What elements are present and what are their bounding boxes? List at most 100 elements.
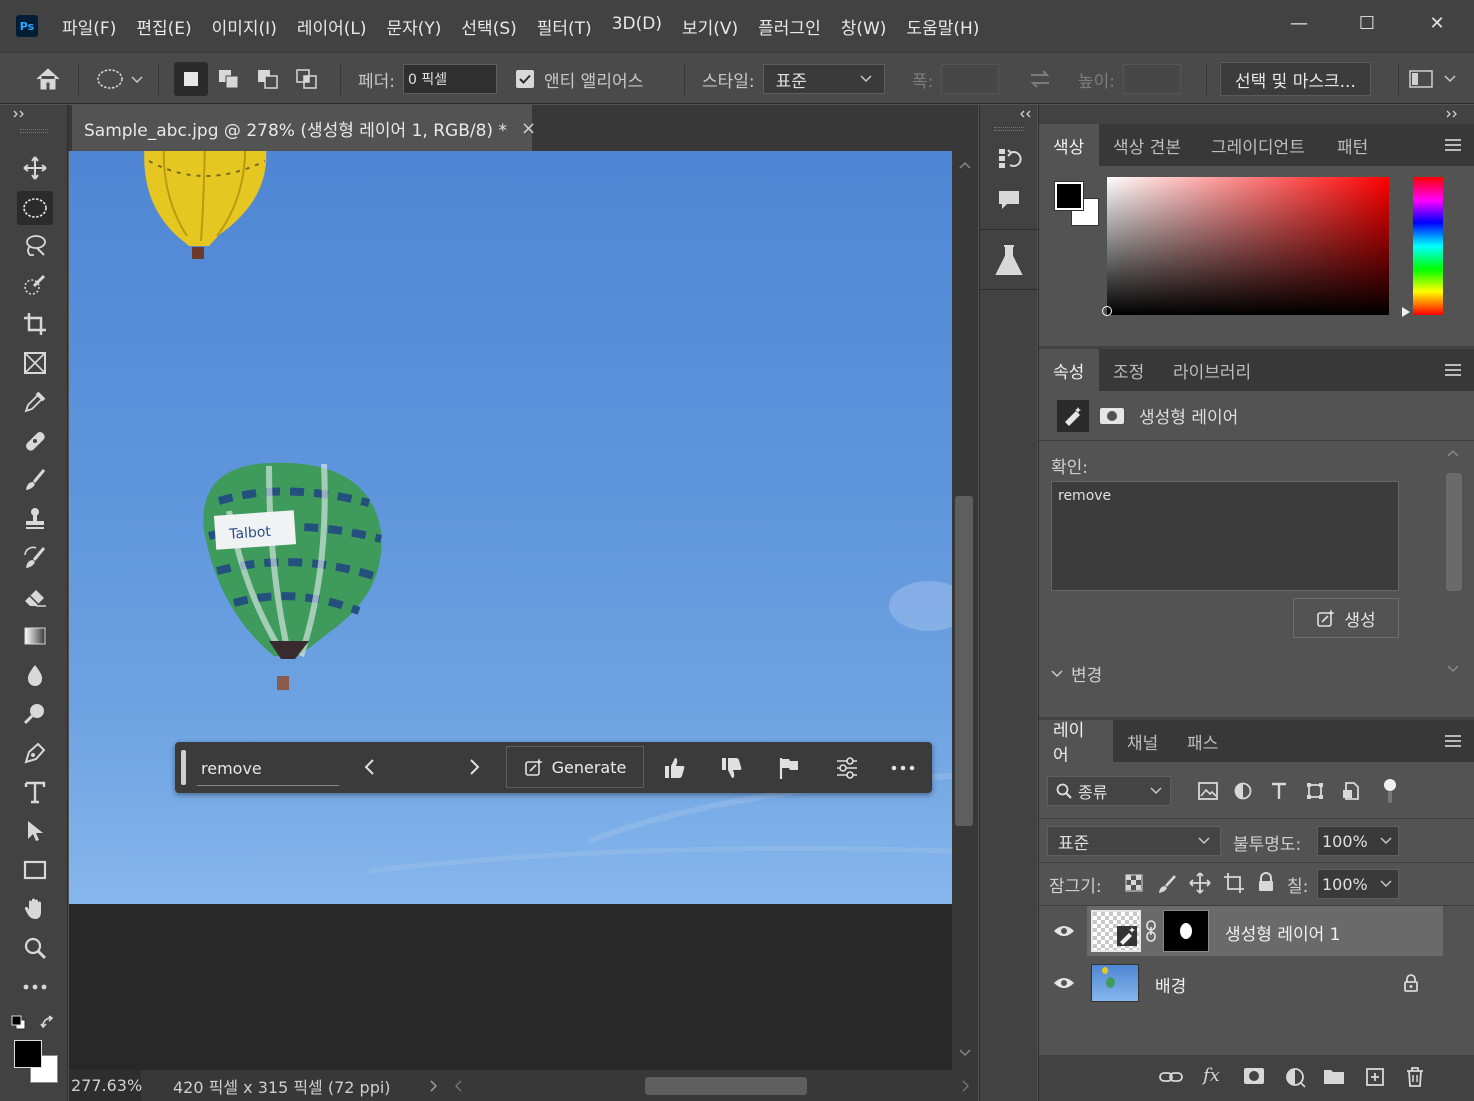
fill-input[interactable]: 100% — [1317, 869, 1399, 899]
link-icon[interactable] — [1145, 920, 1157, 942]
filter-adjustment-icon[interactable] — [1233, 781, 1253, 801]
zoom-level[interactable]: 277.63% — [69, 1070, 142, 1101]
layer-name[interactable]: 생성형 레이어 1 — [1225, 920, 1340, 945]
type-tool[interactable] — [17, 775, 53, 809]
task-bar-drag-handle[interactable] — [181, 750, 186, 785]
close-button[interactable]: ✕ — [1414, 6, 1460, 40]
layer-mask-thumbnail[interactable] — [1163, 910, 1209, 952]
background-layer-thumbnail[interactable] — [1091, 964, 1139, 1002]
maximize-button[interactable]: ☐ — [1344, 6, 1390, 40]
vertical-scroll-thumb[interactable] — [955, 496, 973, 826]
layer-filter-select[interactable]: 종류 — [1047, 776, 1171, 806]
height-input[interactable] — [1123, 64, 1182, 94]
menu-3d[interactable]: 3D(D) — [602, 14, 672, 39]
eye-icon[interactable] — [1053, 976, 1075, 990]
new-layer-icon[interactable] — [1365, 1067, 1385, 1087]
quick-selection-tool[interactable] — [17, 268, 53, 302]
color-panel-menu-icon[interactable] — [1445, 139, 1461, 151]
zoom-tool[interactable] — [17, 931, 53, 965]
home-button[interactable] — [34, 53, 62, 105]
default-colors-icon[interactable] — [11, 1015, 27, 1031]
scroll-right-icon[interactable] — [961, 1080, 969, 1092]
tab-paths[interactable]: 패스 — [1173, 720, 1232, 762]
lock-pixels-icon[interactable] — [1157, 874, 1177, 894]
tab-color[interactable]: 색상 — [1039, 124, 1099, 166]
thumbs-down-icon[interactable] — [720, 756, 744, 780]
tab-swatches[interactable]: 색상 견본 — [1099, 124, 1195, 166]
tab-libraries[interactable]: 라이브러리 — [1159, 349, 1265, 391]
filter-type-icon[interactable] — [1269, 781, 1289, 801]
generate-button[interactable]: 생성 — [1293, 598, 1399, 638]
foreground-color-swatch[interactable] — [14, 1040, 42, 1068]
new-selection-button[interactable] — [174, 53, 208, 105]
experimental-features-button[interactable] — [992, 241, 1026, 281]
status-menu-chevron-icon[interactable] — [429, 1080, 437, 1092]
hue-slider-handle-icon[interactable] — [1401, 306, 1411, 318]
scroll-left-icon[interactable] — [454, 1080, 463, 1092]
more-options-icon[interactable] — [891, 764, 915, 772]
healing-brush-tool[interactable] — [17, 424, 53, 458]
select-and-mask-button[interactable]: 선택 및 마스크... — [1220, 62, 1371, 96]
lock-transparency-icon[interactable] — [1125, 874, 1143, 892]
tab-channels[interactable]: 채널 — [1113, 720, 1172, 762]
menu-select[interactable]: 선택(S) — [451, 14, 526, 39]
menu-view[interactable]: 보기(V) — [672, 14, 748, 39]
history-brush-tool[interactable] — [17, 541, 53, 575]
tab-patterns[interactable]: 패턴 — [1323, 124, 1382, 166]
tab-layers[interactable]: 레이어 — [1039, 720, 1113, 766]
canvas-area[interactable]: Talbot remove Generate — [69, 151, 952, 1070]
hue-slider[interactable] — [1413, 177, 1443, 315]
antialias-checkbox[interactable] — [516, 70, 534, 88]
new-adjustment-layer-icon[interactable] — [1285, 1067, 1307, 1089]
menu-edit[interactable]: 편집(E) — [126, 14, 201, 39]
add-selection-button[interactable] — [216, 53, 242, 105]
intersect-selection-button[interactable] — [294, 53, 320, 105]
minimize-button[interactable]: — — [1276, 6, 1322, 40]
subtract-selection-button[interactable] — [255, 53, 281, 105]
link-layers-icon[interactable] — [1159, 1069, 1183, 1085]
menu-file[interactable]: 파일(F) — [52, 14, 126, 39]
new-group-folder-icon[interactable] — [1323, 1067, 1345, 1085]
properties-panel-menu-icon[interactable] — [1445, 364, 1461, 376]
elliptical-marquee-tool[interactable] — [17, 191, 53, 225]
chevron-left-icon[interactable] — [363, 758, 377, 776]
add-mask-icon[interactable] — [1243, 1067, 1265, 1085]
layer-effects-icon[interactable]: fx — [1203, 1065, 1220, 1086]
hand-tool[interactable] — [17, 892, 53, 926]
menu-help[interactable]: 도움말(H) — [896, 14, 989, 39]
feather-input[interactable]: 0 픽셀 — [403, 64, 498, 94]
filter-shape-icon[interactable] — [1305, 781, 1325, 801]
layers-panel-menu-icon[interactable] — [1445, 735, 1461, 747]
collapse-arrows-icon[interactable] — [1445, 109, 1461, 119]
style-select[interactable]: 표준 — [762, 64, 885, 94]
eraser-tool[interactable] — [17, 580, 53, 614]
filter-pixel-icon[interactable] — [1197, 781, 1219, 801]
filter-toggle-icon[interactable] — [1383, 777, 1397, 805]
chevron-right-icon[interactable] — [467, 758, 481, 776]
opacity-input[interactable]: 100% — [1317, 826, 1399, 856]
dodge-tool[interactable] — [17, 697, 53, 731]
move-tool[interactable] — [17, 151, 53, 185]
menu-type[interactable]: 문자(Y) — [376, 14, 451, 39]
edit-toolbar-button[interactable] — [17, 970, 53, 1004]
scroll-down-icon[interactable] — [959, 1049, 971, 1057]
layer-row[interactable]: 배경 — [1039, 958, 1443, 1008]
width-input[interactable] — [941, 64, 1000, 94]
lock-artboard-icon[interactable] — [1223, 872, 1245, 894]
scroll-up-icon[interactable] — [1447, 449, 1459, 457]
menu-image[interactable]: 이미지(I) — [202, 14, 287, 39]
history-panel-button[interactable] — [992, 141, 1026, 175]
color-field-picker[interactable] — [1102, 306, 1112, 316]
swap-colors-icon[interactable] — [40, 1015, 58, 1033]
menu-plugins[interactable]: 플러그인 — [748, 14, 831, 39]
tab-properties[interactable]: 속성 — [1039, 349, 1099, 391]
menu-window[interactable]: 창(W) — [831, 14, 897, 39]
variations-toggle[interactable]: 변경 — [1051, 661, 1102, 686]
flag-icon[interactable] — [778, 756, 800, 780]
path-selection-tool[interactable] — [17, 814, 53, 848]
tool-preset-picker[interactable] — [96, 53, 144, 105]
gradient-tool[interactable] — [17, 619, 53, 653]
brush-tool[interactable] — [17, 463, 53, 497]
filter-smart-object-icon[interactable] — [1341, 781, 1361, 801]
swap-width-height-button[interactable] — [1028, 53, 1052, 105]
